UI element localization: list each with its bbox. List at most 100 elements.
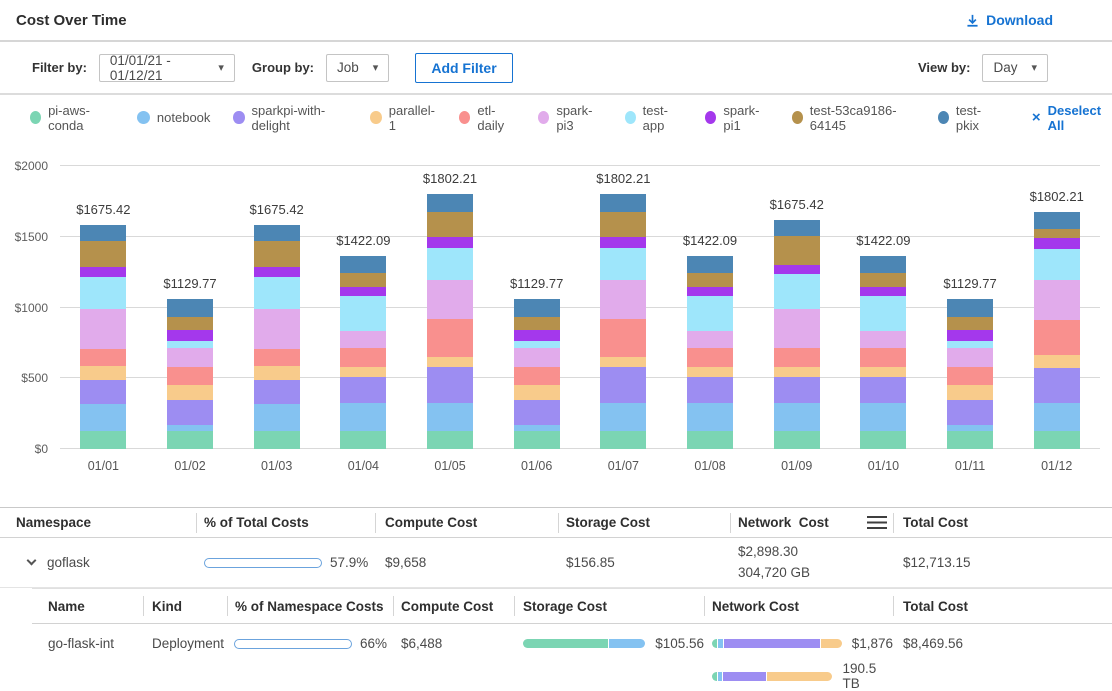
- bar-segment-pi-aws-conda[interactable]: [514, 431, 560, 449]
- bar-segment-parallel-1[interactable]: [514, 385, 560, 400]
- bar-segment-test-pkix[interactable]: [427, 194, 473, 212]
- stacked-bar-01/02[interactable]: [167, 299, 213, 449]
- bar-segment-spark-pi3[interactable]: [687, 331, 733, 349]
- bar-segment-etl-daily[interactable]: [80, 349, 126, 365]
- legend-item-test-pkix[interactable]: test-pkix: [938, 103, 997, 133]
- bar-segment-spark-pi3[interactable]: [600, 280, 646, 319]
- bar-segment-pi-aws-conda[interactable]: [600, 431, 646, 449]
- bar-segment-spark-pi1[interactable]: [167, 330, 213, 341]
- bar-segment-spark-pi3[interactable]: [167, 348, 213, 366]
- bar-segment-spark-pi1[interactable]: [774, 265, 820, 273]
- stacked-bar-01/11[interactable]: [947, 299, 993, 449]
- bar-segment-spark-pi1[interactable]: [600, 237, 646, 248]
- bar-segment-test-app[interactable]: [514, 341, 560, 348]
- bar-segment-parallel-1[interactable]: [774, 367, 820, 377]
- bar-segment-test-53ca9186-64145[interactable]: [80, 241, 126, 267]
- bar-segment-parallel-1[interactable]: [167, 385, 213, 400]
- bar-segment-test-53ca9186-64145[interactable]: [1034, 229, 1080, 238]
- bar-segment-spark-pi1[interactable]: [80, 267, 126, 277]
- bar-segment-parallel-1[interactable]: [687, 367, 733, 377]
- download-button[interactable]: Download: [965, 12, 1053, 28]
- bar-segment-test-53ca9186-64145[interactable]: [427, 212, 473, 238]
- bar-segment-test-53ca9186-64145[interactable]: [860, 273, 906, 286]
- bar-segment-test-53ca9186-64145[interactable]: [600, 212, 646, 238]
- bar-segment-spark-pi3[interactable]: [254, 309, 300, 349]
- bar-segment-sparkpi-with-delight[interactable]: [1034, 368, 1080, 403]
- stacked-bar-01/12[interactable]: [1034, 212, 1080, 449]
- bar-segment-test-pkix[interactable]: [687, 256, 733, 273]
- bar-segment-test-app[interactable]: [427, 248, 473, 280]
- bar-segment-pi-aws-conda[interactable]: [860, 431, 906, 449]
- bar-segment-etl-daily[interactable]: [427, 319, 473, 357]
- bar-segment-etl-daily[interactable]: [600, 319, 646, 357]
- bar-segment-notebook[interactable]: [427, 403, 473, 431]
- legend-item-spark-pi1[interactable]: spark-pi1: [705, 103, 768, 133]
- bar-segment-test-pkix[interactable]: [254, 225, 300, 241]
- bar-segment-test-app[interactable]: [860, 296, 906, 331]
- legend-item-etl-daily[interactable]: etl-daily: [459, 103, 515, 133]
- legend-item-notebook[interactable]: notebook: [137, 110, 211, 125]
- bar-segment-pi-aws-conda[interactable]: [254, 431, 300, 449]
- bar-segment-test-53ca9186-64145[interactable]: [947, 317, 993, 330]
- bar-segment-test-app[interactable]: [774, 274, 820, 309]
- bar-segment-parallel-1[interactable]: [1034, 355, 1080, 368]
- bar-segment-notebook[interactable]: [600, 403, 646, 431]
- bar-segment-sparkpi-with-delight[interactable]: [600, 367, 646, 404]
- stacked-bar-01/10[interactable]: [860, 256, 906, 449]
- bar-segment-test-53ca9186-64145[interactable]: [340, 273, 386, 286]
- stacked-bar-01/09[interactable]: [774, 220, 820, 449]
- bar-segment-spark-pi1[interactable]: [1034, 238, 1080, 249]
- bar-segment-test-app[interactable]: [947, 341, 993, 348]
- bar-segment-spark-pi3[interactable]: [427, 280, 473, 319]
- bar-segment-notebook[interactable]: [80, 404, 126, 431]
- stacked-bar-01/05[interactable]: [427, 194, 473, 449]
- legend-item-parallel-1[interactable]: parallel-1: [370, 103, 436, 133]
- view-by-dropdown[interactable]: Day ▾: [982, 54, 1048, 82]
- group-by-dropdown[interactable]: Job ▾: [326, 54, 389, 82]
- namespace-expand-toggle[interactable]: goflask: [0, 555, 196, 570]
- bar-segment-pi-aws-conda[interactable]: [167, 431, 213, 449]
- bar-segment-etl-daily[interactable]: [687, 348, 733, 366]
- bar-segment-test-app[interactable]: [167, 341, 213, 348]
- stacked-bar-01/07[interactable]: [600, 194, 646, 449]
- bar-segment-etl-daily[interactable]: [340, 348, 386, 366]
- bar-segment-sparkpi-with-delight[interactable]: [947, 400, 993, 425]
- bar-segment-test-53ca9186-64145[interactable]: [167, 317, 213, 330]
- bar-segment-sparkpi-with-delight[interactable]: [427, 367, 473, 404]
- bar-segment-pi-aws-conda[interactable]: [427, 431, 473, 449]
- legend-item-test-app[interactable]: test-app: [625, 103, 683, 133]
- bar-segment-spark-pi3[interactable]: [947, 348, 993, 366]
- bar-segment-notebook[interactable]: [254, 404, 300, 431]
- bar-segment-test-pkix[interactable]: [947, 299, 993, 317]
- table-row-go-flask-int[interactable]: go-flask-int Deployment 66% $6,488 $105.…: [32, 624, 1112, 691]
- column-settings-icon[interactable]: [867, 516, 887, 529]
- bar-segment-test-pkix[interactable]: [774, 220, 820, 236]
- bar-segment-test-app[interactable]: [80, 277, 126, 309]
- bar-segment-spark-pi1[interactable]: [947, 330, 993, 341]
- bar-segment-notebook[interactable]: [687, 403, 733, 431]
- bar-segment-sparkpi-with-delight[interactable]: [860, 377, 906, 404]
- stacked-bar-01/06[interactable]: [514, 299, 560, 449]
- bar-segment-spark-pi3[interactable]: [340, 331, 386, 349]
- bar-segment-etl-daily[interactable]: [1034, 320, 1080, 355]
- bar-segment-parallel-1[interactable]: [427, 357, 473, 367]
- bar-segment-sparkpi-with-delight[interactable]: [254, 380, 300, 404]
- bar-segment-parallel-1[interactable]: [600, 357, 646, 367]
- bar-segment-test-53ca9186-64145[interactable]: [514, 317, 560, 330]
- legend-item-pi-aws-conda[interactable]: pi-aws-conda: [30, 103, 114, 133]
- bar-segment-sparkpi-with-delight[interactable]: [340, 377, 386, 404]
- add-filter-button[interactable]: Add Filter: [415, 53, 512, 83]
- bar-segment-spark-pi3[interactable]: [80, 309, 126, 349]
- bar-segment-etl-daily[interactable]: [774, 348, 820, 366]
- stacked-bar-01/04[interactable]: [340, 256, 386, 449]
- bar-segment-sparkpi-with-delight[interactable]: [687, 377, 733, 404]
- stacked-bar-01/08[interactable]: [687, 256, 733, 449]
- bar-segment-test-app[interactable]: [600, 248, 646, 280]
- bar-segment-spark-pi1[interactable]: [254, 267, 300, 277]
- bar-segment-pi-aws-conda[interactable]: [80, 431, 126, 449]
- bar-segment-etl-daily[interactable]: [167, 367, 213, 385]
- bar-segment-test-pkix[interactable]: [167, 299, 213, 317]
- bar-segment-spark-pi3[interactable]: [774, 309, 820, 349]
- bar-segment-pi-aws-conda[interactable]: [687, 431, 733, 449]
- bar-segment-etl-daily[interactable]: [514, 367, 560, 385]
